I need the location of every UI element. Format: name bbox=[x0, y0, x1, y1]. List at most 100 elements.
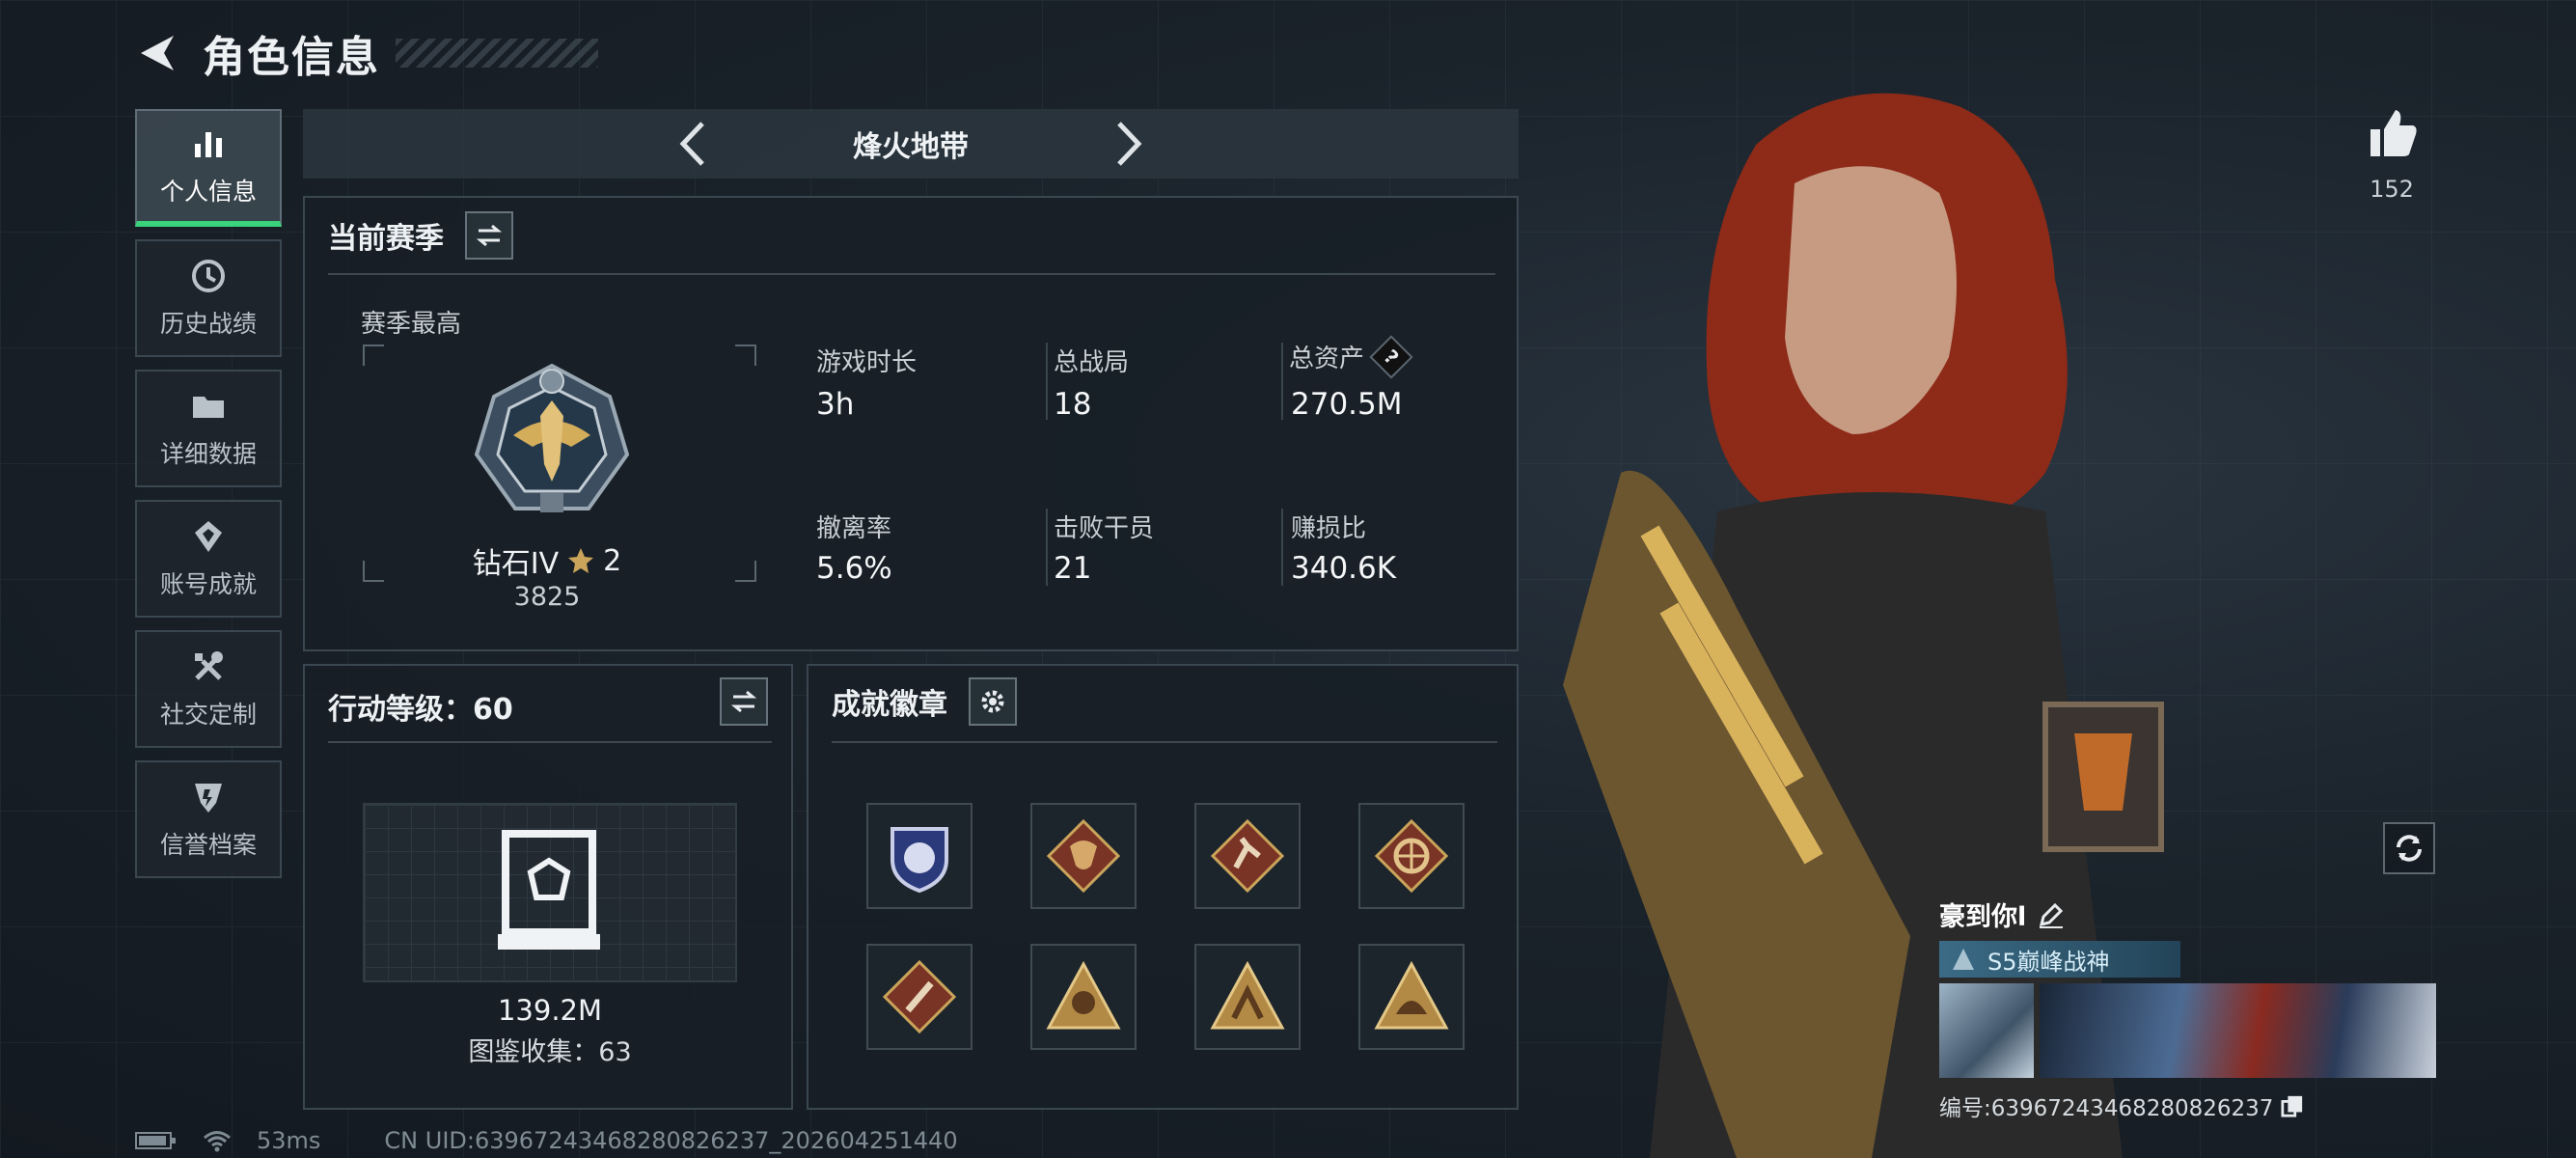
collection-label: 图鉴收集：63 bbox=[468, 1037, 632, 1067]
swap-icon bbox=[730, 690, 757, 713]
badges-title: 成就徽章 bbox=[832, 688, 947, 722]
chevron-right-icon[interactable] bbox=[1113, 120, 1146, 168]
tools-icon bbox=[195, 651, 223, 680]
sidebar-item-social[interactable]: 社交定制 bbox=[135, 630, 282, 748]
divider bbox=[832, 741, 1497, 743]
sidebar: 个人信息 历史战绩 详细数据 账号成就 社交定制 信誉档案 bbox=[135, 109, 282, 891]
season-panel: 当前赛季 赛季最高 钻石IV 2 3825 游戏时长 3h 总战局 18 总资产… bbox=[303, 196, 1519, 651]
stat-label: 击败干员 bbox=[1054, 514, 1155, 543]
police-badge-icon bbox=[891, 827, 948, 894]
stat-value: 270.5M bbox=[1291, 387, 1403, 422]
sidebar-item-label: 历史战绩 bbox=[159, 310, 257, 338]
stat-divider bbox=[1046, 343, 1048, 420]
badge-slot[interactable] bbox=[1030, 944, 1137, 1050]
mode-title: 烽火地带 bbox=[853, 130, 969, 164]
stat-label: 撤离率 bbox=[816, 514, 892, 543]
action-level-panel: 行动等级：60 139.2M 图鉴收集：63 bbox=[303, 664, 793, 1110]
status-footer: 53ms CN UID:63967243468280826237_2026042… bbox=[135, 1127, 958, 1154]
frame-corner bbox=[735, 345, 756, 366]
badge-slot[interactable] bbox=[1194, 803, 1301, 909]
sidebar-item-label: 账号成就 bbox=[159, 570, 257, 598]
stat-label: 游戏时长 bbox=[816, 348, 918, 377]
triangle-badge-icon bbox=[1046, 960, 1121, 1030]
player-namecard: 豪到你l S5巅峰战神 编号:63967243468280826237 bbox=[1939, 896, 2436, 1121]
sidebar-item-achievements[interactable]: 账号成就 bbox=[135, 500, 282, 618]
action-level-title: 行动等级：60 bbox=[328, 693, 513, 727]
triangle-badge-icon bbox=[1210, 960, 1285, 1030]
badges-settings-button[interactable] bbox=[969, 677, 1017, 726]
stat-value: 340.6K bbox=[1291, 551, 1397, 586]
battery-icon bbox=[135, 1132, 176, 1149]
rank-name: 钻石IV bbox=[472, 547, 560, 581]
blade-badge-icon bbox=[882, 959, 957, 1034]
like-count: 152 bbox=[2370, 176, 2414, 203]
badge-slot[interactable] bbox=[1358, 803, 1465, 909]
frame-corner bbox=[363, 345, 384, 366]
stat-value: 21 bbox=[1054, 551, 1092, 586]
player-title-text: S5巅峰战神 bbox=[1987, 948, 2110, 976]
badge-slot[interactable] bbox=[1030, 803, 1137, 909]
season-best-label: 赛季最高 bbox=[361, 310, 462, 339]
swap-icon bbox=[476, 224, 503, 247]
stat-total-assets: 总资产 ? bbox=[1289, 334, 1413, 379]
badge-slot[interactable] bbox=[1358, 944, 1465, 1050]
rank-title-icon bbox=[1953, 949, 1974, 970]
player-title-tag: S5巅峰战神 bbox=[1939, 941, 2180, 978]
copy-icon[interactable] bbox=[2281, 1094, 2304, 1117]
divider bbox=[328, 741, 772, 743]
sidebar-item-details[interactable]: 详细数据 bbox=[135, 370, 282, 487]
rank-emblem-icon bbox=[474, 363, 630, 512]
page-header: 角色信息 bbox=[135, 21, 380, 85]
player-id: 编号:63967243468280826237 bbox=[1939, 1096, 2274, 1121]
title-decoration bbox=[396, 39, 598, 68]
badge-slot[interactable] bbox=[866, 944, 973, 1050]
frame-corner bbox=[363, 561, 384, 582]
gear-icon bbox=[981, 690, 1004, 713]
edit-icon[interactable] bbox=[2038, 901, 2065, 928]
stat-label: 总战局 bbox=[1054, 348, 1130, 377]
chevron-left-icon[interactable] bbox=[675, 120, 708, 168]
sidebar-item-label: 详细数据 bbox=[159, 440, 257, 468]
like-widget[interactable]: 152 bbox=[2358, 104, 2425, 203]
back-arrow-icon bbox=[141, 36, 174, 70]
dragon-badge-icon bbox=[1046, 818, 1121, 894]
sidebar-item-label: 社交定制 bbox=[159, 701, 257, 729]
wheel-badge-icon bbox=[1374, 818, 1449, 894]
page-title: 角色信息 bbox=[203, 33, 380, 82]
season-title: 当前赛季 bbox=[328, 222, 444, 256]
banner-image bbox=[2040, 983, 2436, 1078]
frame-corner bbox=[735, 561, 756, 582]
sidebar-item-label: 个人信息 bbox=[159, 178, 257, 206]
shield-icon bbox=[195, 784, 222, 813]
stat-label: 赚损比 bbox=[1291, 514, 1367, 543]
sidebar-item-credit[interactable]: 信誉档案 bbox=[135, 760, 282, 878]
badge-slot[interactable] bbox=[1194, 944, 1301, 1050]
back-button[interactable] bbox=[135, 32, 178, 74]
sidebar-item-label: 信誉档案 bbox=[159, 831, 257, 859]
season-switch-button[interactable] bbox=[465, 211, 513, 260]
uid-text: CN UID:63967243468280826237_202604251440 bbox=[384, 1127, 958, 1154]
rank-score: 3825 bbox=[513, 582, 581, 612]
action-level-switch-button[interactable] bbox=[720, 677, 768, 726]
rank-name-row: 钻石IV 2 bbox=[397, 539, 697, 582]
folder-icon bbox=[193, 397, 224, 418]
achievement-badges-panel: 成就徽章 bbox=[807, 664, 1519, 1110]
sidebar-item-profile[interactable]: 个人信息 bbox=[135, 109, 282, 227]
help-icon[interactable]: ? bbox=[1369, 334, 1413, 379]
player-name: 豪到你l bbox=[1939, 902, 2027, 932]
stat-value: 18 bbox=[1054, 387, 1092, 422]
thumbs-up-icon bbox=[2370, 110, 2417, 156]
badge-slot[interactable] bbox=[866, 803, 973, 909]
triangle-badge-icon bbox=[1374, 960, 1449, 1030]
divider bbox=[328, 273, 1495, 275]
banner-avatar bbox=[1939, 983, 2034, 1078]
sidebar-item-history[interactable]: 历史战绩 bbox=[135, 239, 282, 357]
refresh-icon bbox=[2397, 835, 2422, 862]
collection-pedestal-icon bbox=[498, 830, 600, 950]
history-icon bbox=[192, 260, 225, 292]
refresh-button[interactable] bbox=[2383, 822, 2435, 874]
mode-selector: 烽火地带 bbox=[303, 109, 1519, 179]
stat-label: 总资产 bbox=[1289, 345, 1365, 373]
stat-value: 5.6% bbox=[816, 551, 892, 586]
stat-divider bbox=[1281, 509, 1283, 586]
